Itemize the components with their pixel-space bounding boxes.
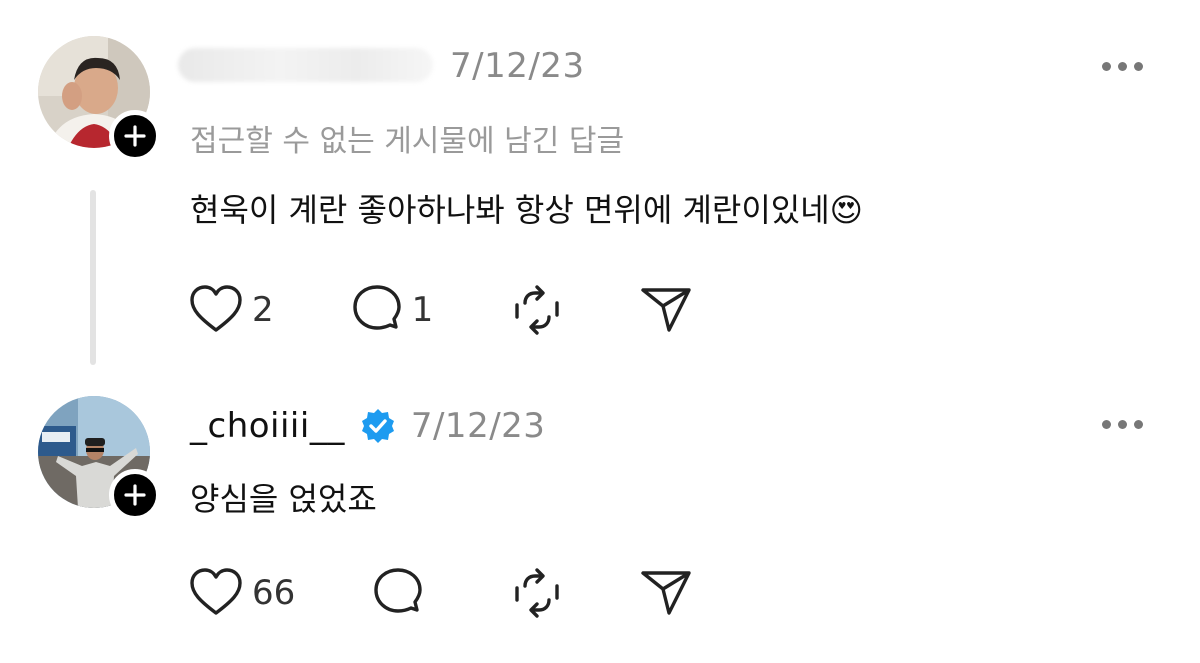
more-options-button[interactable] xyxy=(1102,62,1143,71)
heart-icon xyxy=(190,285,242,332)
post-text-content: 현욱이 계란 좋아하나봐 항상 면위에 계란이있네 xyxy=(190,191,830,229)
thread-line xyxy=(90,190,96,365)
more-icon xyxy=(1102,62,1111,71)
reply-context-label: 접근할 수 없는 게시물에 남긴 답글 xyxy=(190,124,625,159)
like-button[interactable]: 66 xyxy=(188,567,295,619)
more-icon-dot xyxy=(1118,62,1127,71)
action-bar-1: 2 1 xyxy=(188,283,693,337)
post-text: 양심을 얹었죠 xyxy=(190,480,377,518)
like-button[interactable]: 2 xyxy=(188,284,274,336)
comment-icon xyxy=(374,568,422,613)
post-text: 현욱이 계란 좋아하나봐 항상 면위에 계란이있네😍 xyxy=(190,185,863,231)
follow-button-1[interactable] xyxy=(109,110,161,162)
more-icon-dot xyxy=(1118,420,1127,429)
share-button[interactable] xyxy=(639,284,693,336)
heart-icon xyxy=(190,568,242,615)
share-button[interactable] xyxy=(639,567,693,619)
send-icon xyxy=(641,571,691,615)
like-count: 2 xyxy=(252,290,274,330)
post-reply-2: _choiiii__ 7/12/23 양심을 얹었죠 66 xyxy=(0,370,1200,663)
repost-button[interactable] xyxy=(511,283,563,337)
like-count: 66 xyxy=(252,573,296,613)
action-bar-2: 66 xyxy=(188,566,693,620)
send-icon xyxy=(641,288,691,332)
reply-button[interactable]: 1 xyxy=(350,283,434,337)
timestamp: 7/12/23 xyxy=(410,406,546,446)
comment-icon xyxy=(352,285,401,330)
reply-button[interactable] xyxy=(371,566,433,620)
repost-button[interactable] xyxy=(511,566,563,620)
heart-eyes-emoji: 😍 xyxy=(829,191,864,229)
verified-badge-icon xyxy=(361,409,394,443)
more-icon xyxy=(1102,420,1111,429)
repost-icon xyxy=(515,568,559,618)
plus-icon xyxy=(124,125,146,147)
post-reply-1: 7/12/23 접근할 수 없는 게시물에 남긴 답글 현욱이 계란 좋아하나봐… xyxy=(0,0,1200,370)
plus-icon xyxy=(124,484,146,506)
username[interactable]: _choiiii__ xyxy=(190,406,345,446)
repost-icon xyxy=(515,285,559,335)
more-icon-dot xyxy=(1134,62,1143,71)
username-redacted xyxy=(178,48,433,82)
reply-count: 1 xyxy=(411,290,434,330)
follow-button-2[interactable] xyxy=(109,469,161,521)
timestamp: 7/12/23 xyxy=(450,46,585,86)
more-options-button[interactable] xyxy=(1102,420,1143,429)
more-icon-dot xyxy=(1134,420,1143,429)
post-header-2: _choiiii__ 7/12/23 xyxy=(190,406,545,446)
